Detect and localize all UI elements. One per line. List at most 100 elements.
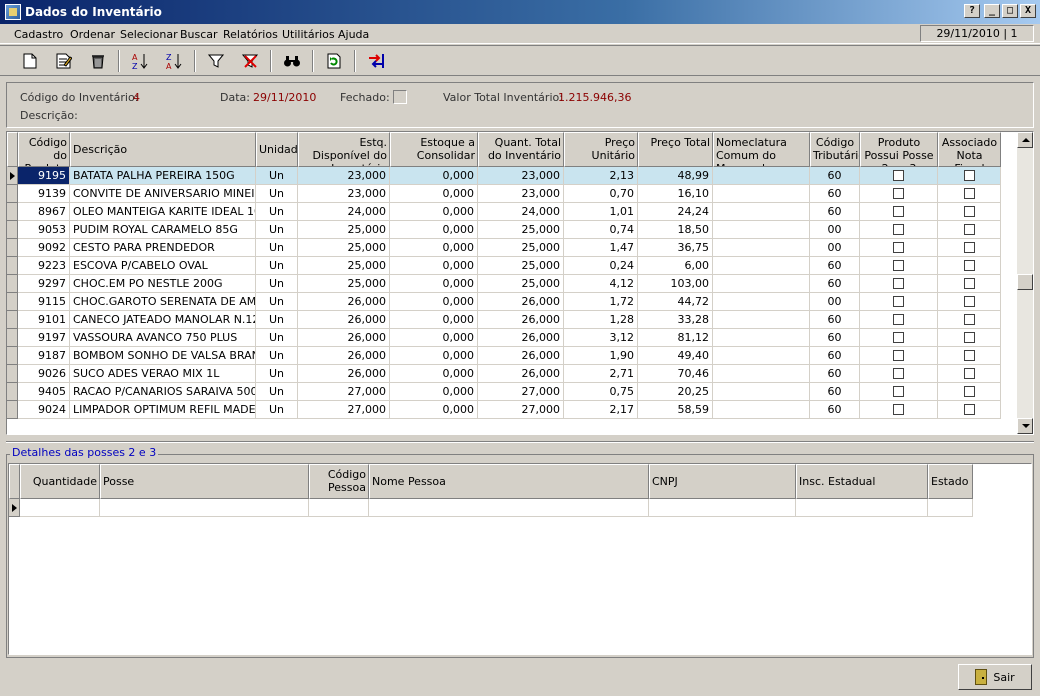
row-checkbox[interactable] [893,314,904,325]
col-associado-nf-cell[interactable] [938,167,1001,185]
new-icon[interactable] [18,50,42,72]
delete-icon[interactable] [86,50,110,72]
sair-button[interactable]: Sair [958,664,1032,690]
row-checkbox[interactable] [893,188,904,199]
col-associado-nf-cell[interactable] [938,275,1001,293]
col-codigo-header[interactable]: Código do Produto [18,132,70,167]
col-unidade-header[interactable]: Unidade [256,132,298,167]
col-associado-nf-cell[interactable] [938,365,1001,383]
row-indicator[interactable] [7,311,18,329]
col-associado-nf-cell[interactable] [938,293,1001,311]
col-associado-nf-cell[interactable] [938,185,1001,203]
col-nomeclatura-header[interactable]: Nomeclatura Comum do Mercosul [713,132,810,167]
col-estado-cell[interactable] [928,499,973,517]
row-indicator[interactable] [7,275,18,293]
row-checkbox[interactable] [893,368,904,379]
row-indicator[interactable] [7,329,18,347]
row-checkbox[interactable] [963,368,975,379]
scroll-down-button[interactable] [1017,418,1033,434]
col-produto-posse-cell[interactable] [860,311,938,329]
row-checkbox[interactable] [963,278,975,289]
row-indicator[interactable] [7,293,18,311]
col-nome-pessoa-header[interactable]: Nome Pessoa [369,464,649,499]
row-indicator[interactable] [7,185,18,203]
row-checkbox[interactable] [963,242,975,253]
col-produto-posse-cell[interactable] [860,239,938,257]
col-produto-posse-header[interactable]: Produto Possui Posse 2 ou 3 [860,132,938,167]
find-icon[interactable] [280,50,304,72]
col-posse-header[interactable]: Posse [100,464,309,499]
col-codigo-pessoa-header[interactable]: Código Pessoa [309,464,369,499]
col-produto-posse-cell[interactable] [860,221,938,239]
row-indicator[interactable] [7,203,18,221]
row-indicator[interactable] [7,167,18,185]
menu-ajuda[interactable]: Ajuda [338,28,369,41]
col-produto-posse-cell[interactable] [860,275,938,293]
filter-icon[interactable] [204,50,228,72]
col-produto-posse-cell[interactable] [860,203,938,221]
col-produto-posse-cell[interactable] [860,293,938,311]
scroll-up-button[interactable] [1017,132,1033,148]
row-indicator[interactable] [7,347,18,365]
col-produto-posse-cell[interactable] [860,167,938,185]
row-checkbox[interactable] [963,404,975,415]
col-estoque-consolidar-header[interactable]: Estoque a Consolidar [390,132,478,167]
transfer-icon[interactable] [364,50,388,72]
col-associado-nf-cell[interactable] [938,221,1001,239]
close-button[interactable]: X [1020,4,1036,18]
menu-relatorios[interactable]: Relatórios [223,28,278,41]
row-indicator[interactable] [7,401,18,419]
col-produto-posse-cell[interactable] [860,329,938,347]
row-checkbox[interactable] [963,170,975,181]
row-checkbox[interactable] [893,386,904,397]
col-produto-posse-cell[interactable] [860,383,938,401]
menu-utilitarios[interactable]: Utilitários [282,28,335,41]
row-checkbox[interactable] [963,206,975,217]
menu-selecionar[interactable]: Selecionar [120,28,178,41]
row-checkbox[interactable] [893,332,904,343]
menu-ordenar[interactable]: Ordenar [70,28,115,41]
row-checkbox[interactable] [963,386,975,397]
col-cnpj-cell[interactable] [649,499,796,517]
col-posse-cell[interactable] [100,499,309,517]
vertical-scrollbar[interactable] [1017,132,1033,434]
col-associado-nf-cell[interactable] [938,401,1001,419]
col-cnpj-header[interactable]: CNPJ [649,464,796,499]
col-estq-disponivel-header[interactable]: Estq. Disponível do Inventário [298,132,390,167]
clear-filter-icon[interactable] [238,50,262,72]
col-produto-posse-cell[interactable] [860,365,938,383]
fechado-checkbox[interactable] [393,90,407,104]
row-indicator[interactable] [7,221,18,239]
col-produto-posse-cell[interactable] [860,401,938,419]
row-indicator[interactable] [7,239,18,257]
row-checkbox[interactable] [893,350,904,361]
row-checkbox[interactable] [893,170,904,181]
sort-asc-icon[interactable]: AZ [128,50,152,72]
help-button[interactable]: ? [964,4,980,18]
row-indicator[interactable] [9,499,20,517]
col-produto-posse-cell[interactable] [860,185,938,203]
row-indicator[interactable] [7,257,18,275]
row-checkbox[interactable] [963,260,975,271]
col-associado-nf-cell[interactable] [938,257,1001,275]
col-nome-pessoa-cell[interactable] [369,499,649,517]
row-checkbox[interactable] [963,188,975,199]
refresh-icon[interactable] [322,50,346,72]
row-checkbox[interactable] [893,296,904,307]
col-descricao-header[interactable]: Descrição [70,132,256,167]
col-produto-posse-cell[interactable] [860,347,938,365]
row-checkbox[interactable] [963,332,975,343]
col-associado-nf-cell[interactable] [938,329,1001,347]
edit-icon[interactable] [52,50,76,72]
col-codigo-pessoa-cell[interactable] [309,499,369,517]
row-checkbox[interactable] [963,350,975,361]
menu-cadastro[interactable]: Cadastro [14,28,63,41]
col-quantidade-cell[interactable] [20,499,100,517]
col-quant-total-header[interactable]: Quant. Total do Inventário [478,132,564,167]
col-estado-header[interactable]: Estado [928,464,973,499]
col-insc-estadual-header[interactable]: Insc. Estadual [796,464,928,499]
col-produto-posse-cell[interactable] [860,257,938,275]
splitter[interactable] [6,441,1034,443]
row-checkbox[interactable] [963,224,975,235]
col-quantidade-header[interactable]: Quantidade [20,464,100,499]
